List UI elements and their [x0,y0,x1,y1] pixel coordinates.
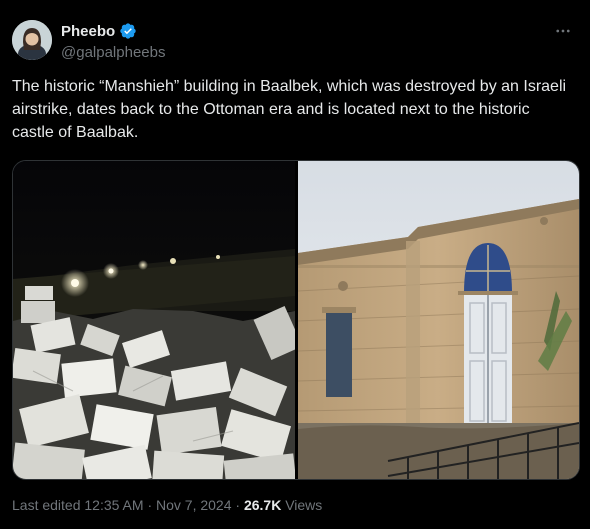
media-grid [12,160,580,480]
more-horizontal-icon [556,29,570,33]
verified-badge-icon [119,22,137,40]
author-handle[interactable]: @galpalpheebs [61,44,165,61]
media-photo-right[interactable] [297,161,579,479]
media-photo-left[interactable] [13,161,303,479]
tweet-card: Pheebo @galpalpheebs The historic “Mansh… [0,0,590,529]
meta-separator: · [235,497,241,513]
tweet-text: The historic “Manshieh” building in Baal… [12,78,567,141]
meta-separator: · [147,497,153,513]
user-avatar-icon [12,20,52,60]
tweet-date[interactable]: Nov 7, 2024 [156,497,232,513]
rubble-night-photo-icon [13,161,303,479]
ottoman-building-photo-icon [297,161,579,479]
tweet-meta: Last edited 12:35 AM · Nov 7, 2024 · 26.… [12,497,322,513]
edited-label[interactable]: Last edited [12,497,81,513]
views-label: Views [285,497,323,513]
tweet-time[interactable]: 12:35 AM [84,497,143,513]
display-name[interactable]: Pheebo [61,23,115,40]
author-name-row[interactable]: Pheebo [61,22,137,40]
more-options-button[interactable] [552,20,574,42]
views-count: 26.7K [243,497,282,513]
avatar[interactable] [12,20,52,60]
